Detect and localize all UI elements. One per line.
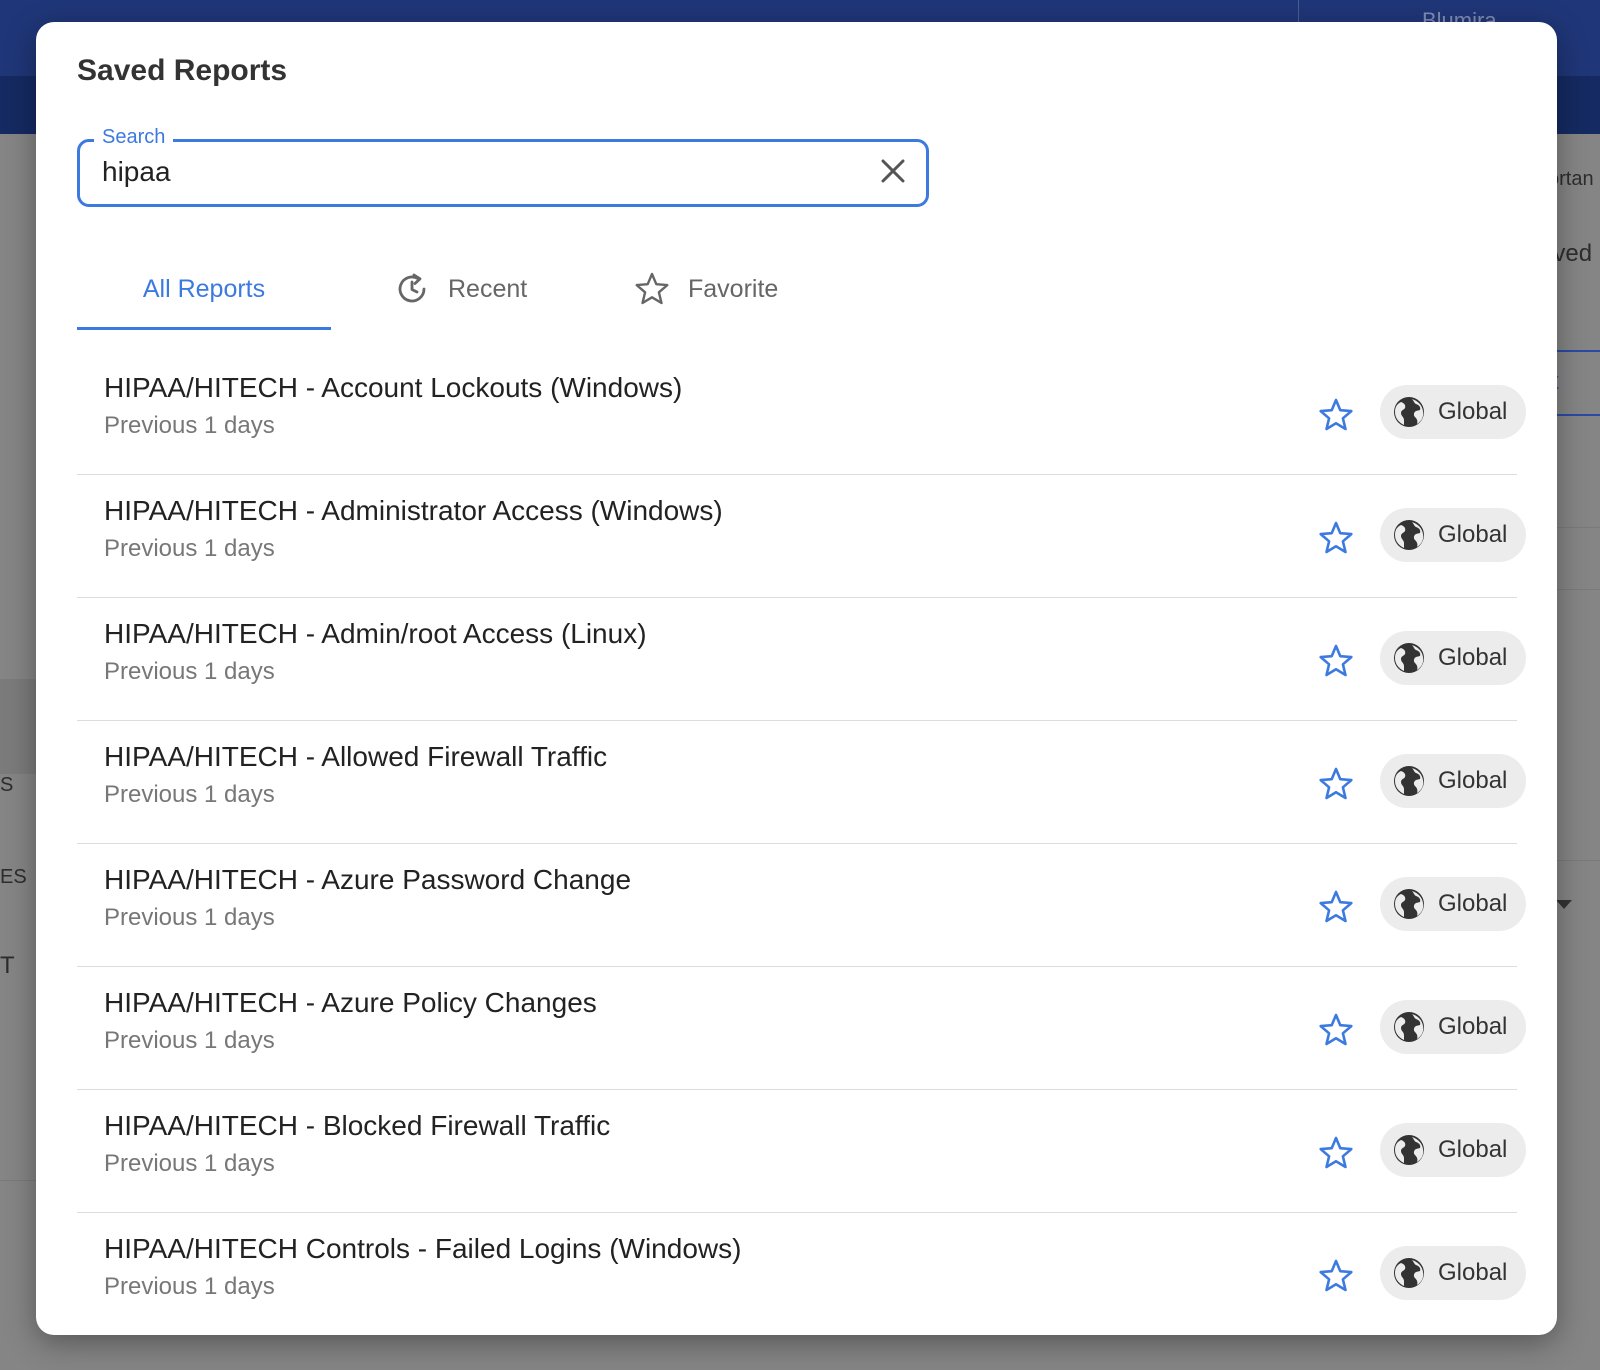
dialog-title: Saved Reports	[77, 54, 288, 87]
tab-label: All Reports	[142, 274, 266, 303]
report-name: HIPAA/HITECH Controls - Failed Logins (W…	[104, 1233, 742, 1264]
scope-chip: Global	[1380, 385, 1526, 439]
report-row[interactable]: HIPAA/HITECH - Account Lockouts (Windows…	[77, 352, 1526, 475]
star-outline-icon	[635, 272, 669, 305]
scope-chip: Global	[1380, 1246, 1526, 1300]
report-name: HIPAA/HITECH - Administrator Access (Win…	[104, 495, 723, 526]
favorite-star-icon[interactable]	[1318, 1135, 1354, 1171]
scope-label: Global	[1438, 767, 1508, 794]
report-row[interactable]: HIPAA/HITECH - Blocked Firewall Traffic …	[77, 1090, 1526, 1213]
report-time-range: Previous 1 days	[104, 658, 275, 685]
scope-label: Global	[1438, 398, 1508, 425]
background-divider	[1557, 589, 1600, 590]
favorite-star-icon[interactable]	[1318, 1012, 1354, 1048]
clear-search-icon[interactable]	[878, 156, 908, 186]
tab-favorite[interactable]: Favorite	[634, 252, 778, 326]
scope-chip: Global	[1380, 1000, 1526, 1054]
globe-icon	[1394, 889, 1424, 919]
report-list: HIPAA/HITECH - Account Lockouts (Windows…	[77, 352, 1526, 1335]
scope-chip: Global	[1380, 631, 1526, 685]
globe-icon	[1394, 1258, 1424, 1288]
search-input[interactable]	[102, 154, 822, 190]
favorite-star-icon[interactable]	[1318, 889, 1354, 925]
background-text-fragment: ES	[0, 866, 27, 888]
favorite-star-icon[interactable]	[1318, 1258, 1354, 1294]
background-divider	[1557, 860, 1600, 861]
scope-label: Global	[1438, 1136, 1508, 1163]
report-tabs: All Reports Recent Favorite	[77, 252, 837, 330]
background-divider	[0, 1180, 36, 1181]
favorite-star-icon[interactable]	[1318, 520, 1354, 556]
history-icon	[398, 273, 426, 303]
report-row[interactable]: HIPAA/HITECH Controls - Failed Logins (W…	[77, 1213, 1526, 1335]
report-name: HIPAA/HITECH - Azure Policy Changes	[104, 987, 597, 1018]
report-row[interactable]: HIPAA/HITECH - Administrator Access (Win…	[77, 475, 1526, 598]
tab-recent[interactable]: Recent	[394, 252, 527, 326]
scope-label: Global	[1438, 1013, 1508, 1040]
report-time-range: Previous 1 days	[104, 535, 275, 562]
favorite-star-icon[interactable]	[1318, 397, 1354, 433]
globe-icon	[1394, 1135, 1424, 1165]
report-time-range: Previous 1 days	[104, 904, 275, 931]
report-name: HIPAA/HITECH - Account Lockouts (Windows…	[104, 372, 683, 403]
globe-icon	[1394, 766, 1424, 796]
background-divider	[1557, 527, 1600, 528]
background-sidebar-highlight	[0, 679, 36, 774]
report-name: HIPAA/HITECH - Allowed Firewall Traffic	[104, 741, 608, 772]
report-time-range: Previous 1 days	[104, 1273, 275, 1300]
search-field: Search	[77, 126, 929, 207]
report-time-range: Previous 1 days	[104, 1150, 275, 1177]
report-row[interactable]: HIPAA/HITECH - Azure Password Change Pre…	[77, 844, 1526, 967]
search-label: Search	[94, 126, 174, 149]
tab-label: Favorite	[688, 274, 779, 303]
scope-chip: Global	[1380, 508, 1526, 562]
tab-all-reports[interactable]: All Reports	[77, 252, 331, 330]
scope-chip: Global	[1380, 877, 1526, 931]
report-row[interactable]: HIPAA/HITECH - Admin/root Access (Linux)…	[77, 598, 1526, 721]
scope-label: Global	[1438, 890, 1508, 917]
report-name: HIPAA/HITECH - Admin/root Access (Linux)	[104, 618, 647, 649]
background-text-fragment: T	[0, 952, 15, 979]
report-row[interactable]: HIPAA/HITECH - Azure Policy Changes Prev…	[77, 967, 1526, 1090]
report-time-range: Previous 1 days	[104, 412, 275, 439]
report-row[interactable]: HIPAA/HITECH - Allowed Firewall Traffic …	[77, 721, 1526, 844]
scope-chip: Global	[1380, 1123, 1526, 1177]
scope-label: Global	[1438, 644, 1508, 671]
scope-chip: Global	[1380, 754, 1526, 808]
background-caret-icon	[1556, 900, 1572, 909]
saved-reports-dialog: Saved Reports Search All Reports Recent …	[36, 22, 1557, 1335]
report-time-range: Previous 1 days	[104, 1027, 275, 1054]
report-name: HIPAA/HITECH - Blocked Firewall Traffic	[104, 1110, 611, 1141]
tab-label: Recent	[448, 274, 528, 303]
globe-icon	[1394, 397, 1424, 427]
scope-label: Global	[1438, 521, 1508, 548]
report-name: HIPAA/HITECH - Azure Password Change	[104, 864, 632, 895]
background-text-fragment: S	[0, 774, 14, 796]
favorite-star-icon[interactable]	[1318, 766, 1354, 802]
report-time-range: Previous 1 days	[104, 781, 275, 808]
globe-icon	[1394, 1012, 1424, 1042]
globe-icon	[1394, 643, 1424, 673]
scope-label: Global	[1438, 1259, 1508, 1286]
globe-icon	[1394, 520, 1424, 550]
favorite-star-icon[interactable]	[1318, 643, 1354, 679]
